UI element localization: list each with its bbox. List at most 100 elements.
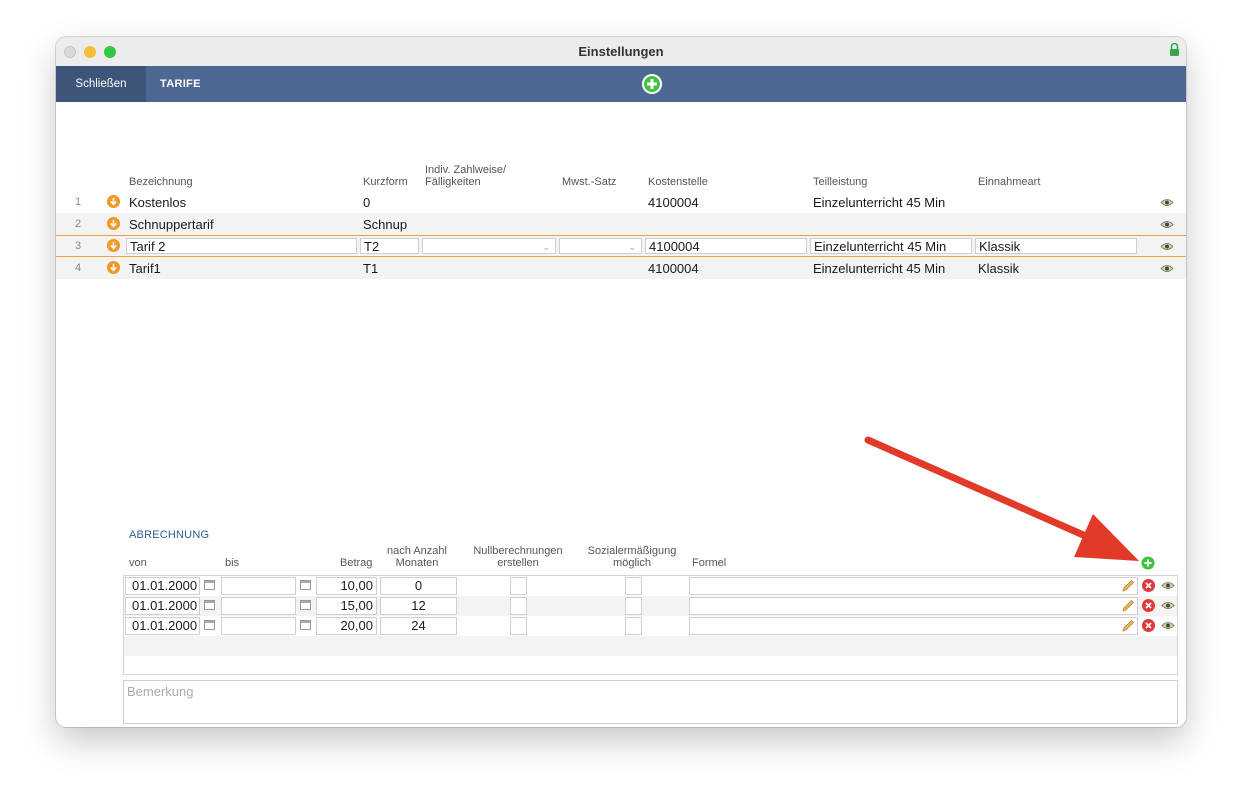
header-kostenstelle: Kostenstelle bbox=[648, 176, 708, 188]
chevron-down-icon: ⌄ bbox=[542, 242, 550, 252]
formel-field[interactable] bbox=[689, 617, 1138, 635]
einnahmeart-cell[interactable]: Klassik bbox=[978, 261, 1019, 276]
header-zahlweise: Indiv. Zahlweise/ Fälligkeiten bbox=[425, 164, 506, 188]
kostenstelle-cell[interactable]: 4100004 bbox=[648, 261, 699, 276]
abrechnung-title: ABRECHNUNG bbox=[129, 529, 210, 541]
header-nullberechnungen: Nullberechnungen erstellen bbox=[461, 545, 575, 569]
bis-date-field[interactable] bbox=[221, 577, 296, 595]
formel-field[interactable] bbox=[689, 597, 1138, 615]
header-sozial-line2: möglich bbox=[613, 557, 651, 569]
eye-icon[interactable] bbox=[1160, 264, 1174, 273]
betrag-field[interactable]: 15,00 bbox=[316, 597, 377, 615]
header-anzahl-monaten: nach Anzahl Monaten bbox=[375, 545, 459, 569]
sozialermaessigung-checkbox[interactable] bbox=[625, 597, 642, 615]
arrow-down-icon[interactable] bbox=[107, 239, 120, 252]
header-bis: bis bbox=[225, 557, 240, 569]
eye-icon[interactable] bbox=[1160, 220, 1174, 229]
monate-field[interactable]: 0 bbox=[380, 577, 457, 595]
eye-icon[interactable] bbox=[1161, 621, 1175, 630]
delete-icon[interactable] bbox=[1142, 599, 1155, 612]
bezeichnung-cell[interactable]: Tarif1 bbox=[129, 261, 161, 276]
settings-window: Einstellungen Schließen TARIFE Bezeichnu… bbox=[56, 37, 1186, 727]
header-mwst: Mwst.-Satz bbox=[562, 176, 617, 188]
header-anzahl-line1: nach Anzahl bbox=[387, 545, 447, 557]
von-date-field[interactable]: 01.01.2000 bbox=[125, 617, 200, 635]
table-row-selected[interactable]: 3 Tarif 2 T2 ⌄ ⌄ 4100004 Einzelunterrich… bbox=[56, 235, 1186, 257]
close-button[interactable]: Schließen bbox=[56, 66, 146, 102]
sozialermaessigung-checkbox[interactable] bbox=[625, 577, 642, 595]
kurzform-cell[interactable]: T1 bbox=[363, 261, 378, 276]
abrechnung-panel: 01.01.2000 10,00 0 01.01.2000 15,00 12 0… bbox=[123, 575, 1178, 675]
delete-icon[interactable] bbox=[1142, 579, 1155, 592]
kurzform-cell[interactable]: Schnup bbox=[363, 217, 407, 232]
pencil-icon[interactable] bbox=[1121, 619, 1135, 633]
nullberechnung-checkbox[interactable] bbox=[510, 617, 527, 635]
lock-icon[interactable] bbox=[1169, 42, 1180, 57]
table-row[interactable]: 2 Schnuppertarif Schnup bbox=[56, 213, 1186, 235]
abrechnung-row[interactable]: 01.01.2000 10,00 0 bbox=[124, 576, 1177, 596]
kurzform-cell[interactable]: 0 bbox=[363, 195, 370, 210]
table-row[interactable]: 1 Kostenlos 0 4100004 Einzelunterricht 4… bbox=[56, 191, 1186, 213]
betrag-field[interactable]: 20,00 bbox=[316, 617, 377, 635]
bezeichnung-cell[interactable]: Kostenlos bbox=[129, 195, 186, 210]
einnahmeart-field[interactable]: Klassik bbox=[975, 238, 1137, 254]
header-teilleistung: Teilleistung bbox=[813, 176, 868, 188]
teilleistung-field[interactable]: Einzelunterricht 45 Min bbox=[810, 238, 972, 254]
von-date-field[interactable]: 01.01.2000 bbox=[125, 577, 200, 595]
add-row-icon[interactable] bbox=[1141, 556, 1155, 570]
delete-icon[interactable] bbox=[1142, 619, 1155, 632]
header-kurzform: Kurzform bbox=[363, 176, 408, 188]
eye-icon[interactable] bbox=[1160, 198, 1174, 207]
eye-icon[interactable] bbox=[1161, 581, 1175, 590]
remark-field[interactable]: Bemerkung bbox=[123, 680, 1178, 724]
header-von: von bbox=[129, 557, 147, 569]
header-einnahmeart: Einnahmeart bbox=[978, 176, 1041, 188]
window-title: Einstellungen bbox=[578, 44, 664, 59]
arrow-down-icon[interactable] bbox=[107, 217, 120, 230]
tab-tarife[interactable]: TARIFE bbox=[160, 66, 201, 102]
betrag-field[interactable]: 10,00 bbox=[316, 577, 377, 595]
calendar-icon[interactable] bbox=[300, 580, 311, 590]
abrechnung-row[interactable]: 01.01.2000 20,00 24 bbox=[124, 616, 1177, 636]
title-bar: Einstellungen bbox=[56, 37, 1186, 67]
calendar-icon[interactable] bbox=[300, 620, 311, 630]
bis-date-field[interactable] bbox=[221, 617, 296, 635]
bezeichnung-cell[interactable]: Schnuppertarif bbox=[129, 217, 214, 232]
toolbar: Schließen TARIFE bbox=[56, 66, 1186, 102]
nullberechnung-checkbox[interactable] bbox=[510, 597, 527, 615]
sozialermaessigung-checkbox[interactable] bbox=[625, 617, 642, 635]
arrow-down-icon[interactable] bbox=[107, 195, 120, 208]
arrow-down-icon[interactable] bbox=[107, 261, 120, 274]
calendar-icon[interactable] bbox=[204, 600, 215, 610]
kurzform-field[interactable]: T2 bbox=[360, 238, 419, 254]
chevron-down-icon: ⌄ bbox=[628, 242, 636, 252]
row-number: 4 bbox=[74, 262, 82, 274]
zahlweise-select[interactable]: ⌄ bbox=[422, 238, 556, 254]
add-icon[interactable] bbox=[641, 73, 663, 95]
calendar-icon[interactable] bbox=[204, 580, 215, 590]
pencil-icon[interactable] bbox=[1121, 599, 1135, 613]
calendar-icon[interactable] bbox=[204, 620, 215, 630]
monate-field[interactable]: 24 bbox=[380, 617, 457, 635]
mwst-select[interactable]: ⌄ bbox=[559, 238, 642, 254]
kostenstelle-cell[interactable]: 4100004 bbox=[648, 195, 699, 210]
abrechnung-row[interactable]: 01.01.2000 15,00 12 bbox=[124, 596, 1177, 616]
teilleistung-cell[interactable]: Einzelunterricht 45 Min bbox=[813, 261, 945, 276]
header-zahlweise-line1: Indiv. Zahlweise/ bbox=[425, 164, 507, 176]
bezeichnung-field[interactable]: Tarif 2 bbox=[126, 238, 357, 254]
bis-date-field[interactable] bbox=[221, 597, 296, 615]
eye-icon[interactable] bbox=[1160, 242, 1174, 251]
header-formel: Formel bbox=[692, 557, 727, 569]
nullberechnung-checkbox[interactable] bbox=[510, 577, 527, 595]
von-date-field[interactable]: 01.01.2000 bbox=[125, 597, 200, 615]
monate-field[interactable]: 12 bbox=[380, 597, 457, 615]
kostenstelle-field[interactable]: 4100004 bbox=[645, 238, 807, 254]
teilleistung-cell[interactable]: Einzelunterricht 45 Min bbox=[813, 195, 945, 210]
calendar-icon[interactable] bbox=[300, 600, 311, 610]
table-row[interactable]: 4 Tarif1 T1 4100004 Einzelunterricht 45 … bbox=[56, 257, 1186, 279]
header-sozialermaessigung: Sozialermäßigung möglich bbox=[577, 545, 687, 569]
eye-icon[interactable] bbox=[1161, 601, 1175, 610]
pencil-icon[interactable] bbox=[1121, 579, 1135, 593]
header-anzahl-line2: Monaten bbox=[395, 557, 439, 569]
formel-field[interactable] bbox=[689, 577, 1138, 595]
